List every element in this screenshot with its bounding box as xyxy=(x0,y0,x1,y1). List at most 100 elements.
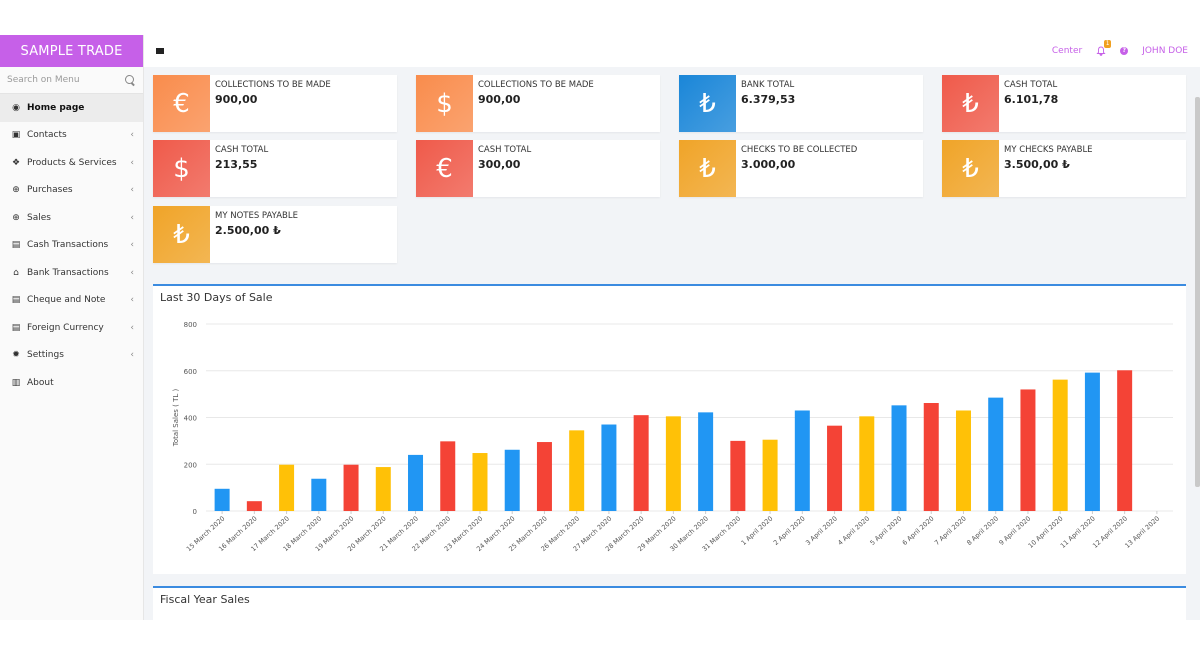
bar xyxy=(601,424,617,511)
bar xyxy=(279,464,295,511)
search-icon[interactable] xyxy=(125,74,136,86)
x-tick-label: 6 April 2020 xyxy=(901,515,936,547)
currency-symbol-icon: $ xyxy=(153,140,210,197)
notification-badge: 1 xyxy=(1104,40,1112,48)
x-tick-label: 4 April 2020 xyxy=(836,515,871,547)
bar xyxy=(1117,370,1133,511)
chevron-left-icon: ‹ xyxy=(130,350,134,361)
x-tick-label: 13 April 2020 xyxy=(1123,515,1161,550)
sidebar-item-label: Cash Transactions xyxy=(27,240,109,251)
x-tick-label: 5 April 2020 xyxy=(869,515,904,547)
x-tick-label: 8 April 2020 xyxy=(965,515,1000,547)
currency-symbol-icon: ₺ xyxy=(679,140,736,197)
products-icon: ❖ xyxy=(11,157,21,168)
bar xyxy=(923,403,939,511)
sidebar-item-cash[interactable]: ▤ Cash Transactions ‹ xyxy=(0,232,143,260)
bar xyxy=(827,425,843,511)
summary-card[interactable]: ₺ MY CHECKS PAYABLE 3.500,00 ₺ xyxy=(942,140,1186,197)
card-title: COLLECTIONS TO BE MADE xyxy=(215,80,331,90)
summary-card[interactable]: $ CASH TOTAL 213,55 xyxy=(153,140,397,197)
x-tick-label: 1 April 2020 xyxy=(740,515,775,547)
card-value: 3.000,00 xyxy=(741,158,796,171)
card-title: BANK TOTAL xyxy=(741,80,795,90)
bar xyxy=(891,405,907,511)
chevron-left-icon: ‹ xyxy=(130,185,134,196)
sidebar-item-sales[interactable]: ⊕ Sales ‹ xyxy=(0,204,143,232)
sales-bar-chart: 0200400600800Total Sales ( TL )15 March … xyxy=(172,321,1173,553)
card-value: 900,00 xyxy=(478,93,521,106)
sidebar-item-label: Settings xyxy=(27,350,64,361)
currency-symbol-icon: $ xyxy=(416,75,473,132)
summary-card[interactable]: ₺ MY NOTES PAYABLE 2.500,00 ₺ xyxy=(153,206,397,263)
bar xyxy=(569,430,585,511)
card-title: MY CHECKS PAYABLE xyxy=(1004,145,1093,155)
menu-toggle-icon[interactable] xyxy=(156,48,164,54)
currency-symbol-icon: ₺ xyxy=(942,140,999,197)
bar xyxy=(730,440,746,511)
chevron-left-icon: ‹ xyxy=(130,267,134,278)
currency-symbol-icon: ₺ xyxy=(942,75,999,132)
sidebar-item-cheque[interactable]: ▤ Cheque and Note ‹ xyxy=(0,287,143,315)
purchases-icon: ⊕ xyxy=(12,185,20,196)
y-tick-label: 200 xyxy=(184,461,197,469)
card-value: 900,00 xyxy=(215,93,258,106)
summary-card[interactable]: ₺ CHECKS TO BE COLLECTED 3.000,00 xyxy=(679,140,923,197)
bar xyxy=(633,415,649,511)
sidebar-item-bank[interactable]: ⌂ Bank Transactions ‹ xyxy=(0,259,143,287)
menu-search-input[interactable]: Search on Menu xyxy=(7,75,80,85)
fiscal-chart-panel: Fiscal Year Sales xyxy=(153,586,1186,620)
x-tick-label: 2 April 2020 xyxy=(772,515,807,547)
sidebar-item-label: Bank Transactions xyxy=(27,267,109,278)
top-bar: Center 1 ? JOHN DOE xyxy=(144,35,1200,67)
sidebar-item-dashboard[interactable]: ◉ Home page xyxy=(0,94,143,122)
sidebar-item-products[interactable]: ❖ Products & Services ‹ xyxy=(0,149,143,177)
bar xyxy=(375,467,391,511)
user-menu[interactable]: JOHN DOE xyxy=(1142,46,1188,56)
sidebar-item-about[interactable]: ▥ About xyxy=(0,369,143,397)
card-title: CASH TOTAL xyxy=(1004,80,1058,90)
summary-card[interactable]: € CASH TOTAL 300,00 xyxy=(416,140,660,197)
bar xyxy=(1052,379,1068,511)
card-value: 300,00 xyxy=(478,158,521,171)
sidebar-item-currency[interactable]: ▤ Foreign Currency ‹ xyxy=(0,314,143,342)
top-bar-right: Center 1 ? JOHN DOE xyxy=(1052,40,1188,56)
sales-chart-panel: Last 30 Days of Sale 0 200 400 600 800 Total … xyxy=(153,284,1186,574)
summary-card[interactable]: € COLLECTIONS TO BE MADE 900,00 xyxy=(153,75,397,132)
help-icon[interactable]: ? xyxy=(1120,47,1129,55)
bar xyxy=(955,410,971,511)
sidebar-item-contacts[interactable]: ▣ Contacts ‹ xyxy=(0,122,143,150)
chevron-left-icon: ‹ xyxy=(130,212,134,223)
bar xyxy=(988,397,1004,511)
sidebar-nav: ◉ Home page ▣ Contacts ‹ ❖ Products & Services… xyxy=(0,94,143,397)
sidebar-item-settings[interactable]: ✹ Settings ‹ xyxy=(0,342,143,370)
card-value: 6.101,78 xyxy=(1004,93,1059,106)
sidebar-item-label: Products & Services xyxy=(27,157,117,168)
card-title: COLLECTIONS TO BE MADE xyxy=(478,80,594,90)
bar xyxy=(311,478,327,511)
sidebar: SAMPLE TRADE Search on Menu ◉ Home page ▣ C… xyxy=(0,35,144,620)
sidebar-item-purchases[interactable]: ⊕ Purchases ‹ xyxy=(0,177,143,205)
page-scrollbar[interactable] xyxy=(1195,97,1200,487)
bank-icon: ⌂ xyxy=(13,267,19,278)
card-title: CHECKS TO BE COLLECTED xyxy=(741,145,858,155)
summary-card[interactable]: ₺ BANK TOTAL 6.379,53 xyxy=(679,75,923,132)
fiscal-chart-title: Fiscal Year Sales xyxy=(160,593,250,606)
bar xyxy=(665,416,681,511)
bar xyxy=(472,453,488,511)
brand-logo[interactable]: SAMPLE TRADE xyxy=(0,35,143,67)
center-link[interactable]: Center xyxy=(1052,46,1082,56)
summary-card[interactable]: $ COLLECTIONS TO BE MADE 900,00 xyxy=(416,75,660,132)
sidebar-item-label: Cheque and Note xyxy=(27,295,106,306)
chevron-left-icon: ‹ xyxy=(130,295,134,306)
summary-card[interactable]: ₺ CASH TOTAL 6.101,78 xyxy=(942,75,1186,132)
contacts-icon: ▣ xyxy=(11,130,21,141)
about-icon: ▥ xyxy=(11,377,21,388)
menu-search[interactable]: Search on Menu xyxy=(0,67,143,94)
bar xyxy=(504,449,520,511)
bell-icon[interactable]: 1 xyxy=(1096,40,1112,56)
currency-symbol-icon: ₺ xyxy=(153,206,210,263)
card-value: 2.500,00 ₺ xyxy=(215,224,281,237)
dashboard-icon: ◉ xyxy=(12,102,20,113)
chevron-left-icon: ‹ xyxy=(130,240,134,251)
y-tick-label: 400 xyxy=(184,415,197,423)
